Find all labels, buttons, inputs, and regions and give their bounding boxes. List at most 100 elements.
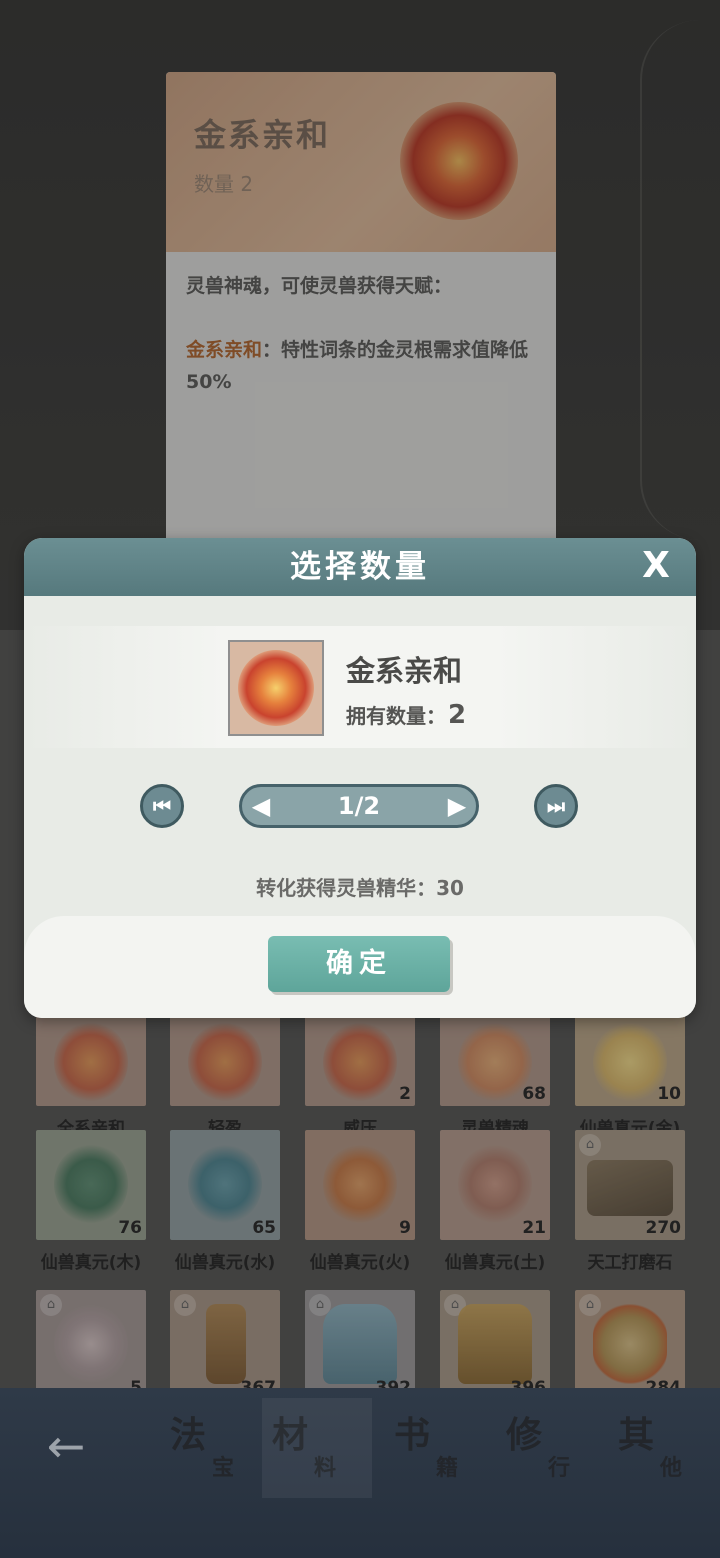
tab-books[interactable]: 书 籍 bbox=[384, 1398, 494, 1498]
tab-cultivation[interactable]: 修 行 bbox=[496, 1398, 606, 1498]
item-name: 仙兽真元(水) bbox=[174, 1253, 276, 1273]
inventory-item[interactable]: 68 灵兽精魂 bbox=[440, 1008, 550, 1139]
decrement-icon[interactable]: ◀ bbox=[242, 787, 280, 825]
dialog-header: 选择数量 X bbox=[24, 538, 696, 596]
gold-ore-icon bbox=[458, 1304, 532, 1384]
essence-water-icon bbox=[188, 1144, 262, 1224]
select-quantity-dialog: 选择数量 X 金系亲和 拥有数量：2 ⏮ ◀ 1/2 ▶ ⏭ 转化获得灵兽精华：… bbox=[24, 538, 696, 1018]
background-decoration bbox=[640, 20, 720, 540]
item-name: 仙兽真元(火) bbox=[309, 1253, 411, 1273]
item-image bbox=[170, 1008, 280, 1106]
orb-icon bbox=[54, 1022, 128, 1102]
essence-wood-icon bbox=[54, 1144, 128, 1224]
confirm-button[interactable]: 确定 bbox=[268, 936, 450, 992]
item-image: 68 bbox=[440, 1008, 550, 1106]
wood-log-icon bbox=[206, 1304, 246, 1384]
item-qty: 68 bbox=[522, 1084, 546, 1104]
inventory-item[interactable]: 21 仙兽真元(土) bbox=[440, 1130, 550, 1273]
tab-label-main: 修 bbox=[506, 1415, 543, 1456]
orb-icon bbox=[323, 1022, 397, 1102]
item-qty: 2 bbox=[399, 1084, 411, 1104]
lock-icon: ⌂ bbox=[174, 1294, 196, 1316]
skip-back-icon: ⏮ bbox=[153, 794, 171, 818]
tab-label-sub: 宝 bbox=[212, 1456, 235, 1481]
essence-fire-icon bbox=[323, 1144, 397, 1224]
whetstone-icon bbox=[587, 1160, 673, 1216]
lock-icon: ⌂ bbox=[579, 1294, 601, 1316]
inventory-item[interactable]: 76 仙兽真元(木) bbox=[36, 1130, 146, 1273]
inventory-item[interactable]: 轻盈 bbox=[170, 1008, 280, 1139]
lock-icon: ⌂ bbox=[579, 1134, 601, 1156]
item-image: ⌂367 bbox=[170, 1290, 280, 1400]
inventory-item[interactable]: ⌂392 bbox=[305, 1290, 415, 1400]
inventory-item[interactable]: 9 仙兽真元(火) bbox=[305, 1130, 415, 1273]
item-detail-card: 金系亲和 数量 2 灵兽神魂，可使灵兽获得天赋： 金系亲和：特性词条的金灵根需求… bbox=[166, 72, 556, 542]
item-image: ⌂392 bbox=[305, 1290, 415, 1400]
increment-icon[interactable]: ▶ bbox=[438, 787, 476, 825]
item-image: ⌂ 270 bbox=[575, 1130, 685, 1240]
tab-label-sub: 料 bbox=[314, 1456, 337, 1481]
owned-label: 拥有数量： bbox=[346, 704, 446, 728]
max-quantity-button[interactable]: ⏭ bbox=[534, 784, 578, 828]
inventory-item[interactable]: ⌂5 bbox=[36, 1290, 146, 1400]
min-quantity-button[interactable]: ⏮ bbox=[140, 784, 184, 828]
selected-item-name: 金系亲和 bbox=[346, 654, 463, 688]
tab-label-main: 书 bbox=[394, 1415, 431, 1456]
inventory-item[interactable]: 2 威压 bbox=[305, 1008, 415, 1139]
tab-label-sub: 他 bbox=[660, 1456, 683, 1481]
item-qty: 21 bbox=[522, 1218, 546, 1238]
inventory-item[interactable]: ⌂284 bbox=[575, 1290, 685, 1400]
dialog-title: 选择数量 bbox=[290, 549, 430, 585]
item-image: 65 bbox=[170, 1130, 280, 1240]
bottom-navigation: ← 法 宝 材 料 书 籍 修 行 其 他 bbox=[0, 1388, 720, 1558]
detail-desc-text: 灵兽神魂，可使灵兽获得天赋： bbox=[186, 275, 453, 297]
tab-label-main: 其 bbox=[618, 1415, 655, 1456]
item-image: 10 bbox=[575, 1008, 685, 1106]
crystal-icon bbox=[323, 1304, 397, 1384]
detail-item-count: 数量 2 bbox=[194, 172, 254, 196]
tab-label-main: 材 bbox=[272, 1415, 309, 1456]
tab-label-sub: 籍 bbox=[436, 1456, 459, 1481]
item-image bbox=[36, 1008, 146, 1106]
tab-treasures[interactable]: 法 宝 bbox=[160, 1398, 270, 1498]
tab-other[interactable]: 其 他 bbox=[608, 1398, 718, 1498]
inventory-item[interactable]: 10 仙兽真元(金) bbox=[575, 1008, 685, 1139]
inventory-item[interactable]: ⌂396 bbox=[440, 1290, 550, 1400]
tab-materials[interactable]: 材 料 bbox=[262, 1398, 372, 1498]
item-qty: 76 bbox=[118, 1218, 142, 1238]
close-icon[interactable]: X bbox=[634, 544, 678, 588]
lock-icon: ⌂ bbox=[40, 1294, 62, 1316]
item-qty: 9 bbox=[399, 1218, 411, 1238]
item-image: 21 bbox=[440, 1130, 550, 1240]
essence-earth-icon bbox=[458, 1144, 532, 1224]
item-name: 仙兽真元(木) bbox=[40, 1253, 142, 1273]
conversion-result: 转化获得灵兽精华：30 bbox=[256, 876, 464, 900]
inventory-item[interactable]: 65 仙兽真元(水) bbox=[170, 1130, 280, 1273]
item-thumbnail bbox=[228, 640, 324, 736]
inventory-item[interactable]: ⌂367 bbox=[170, 1290, 280, 1400]
spirit-orb-icon bbox=[238, 650, 314, 726]
item-image: ⌂5 bbox=[36, 1290, 146, 1400]
inventory-item[interactable]: 全系亲和 bbox=[36, 1008, 146, 1139]
item-image: ⌂284 bbox=[575, 1290, 685, 1400]
trait-name: 金系亲和 bbox=[186, 339, 263, 361]
owned-value: 2 bbox=[448, 700, 467, 730]
item-qty: 65 bbox=[252, 1218, 276, 1238]
orb-icon bbox=[188, 1022, 262, 1102]
detail-description: 灵兽神魂，可使灵兽获得天赋： 金系亲和：特性词条的金灵根需求值降低 50% bbox=[166, 252, 556, 416]
owned-count: 拥有数量：2 bbox=[346, 700, 466, 730]
item-name: 天工打磨石 bbox=[587, 1253, 673, 1273]
item-image: 9 bbox=[305, 1130, 415, 1240]
spirit-orb-icon bbox=[400, 102, 518, 220]
item-qty: 10 bbox=[657, 1084, 681, 1104]
stone-icon bbox=[593, 1304, 667, 1384]
essence-gold-icon bbox=[593, 1022, 667, 1102]
item-image: 76 bbox=[36, 1130, 146, 1240]
item-qty: 270 bbox=[645, 1218, 682, 1238]
quantity-pager: ◀ 1/2 ▶ bbox=[239, 784, 479, 828]
tab-label-main: 法 bbox=[170, 1415, 207, 1456]
item-name: 仙兽真元(土) bbox=[444, 1253, 546, 1273]
item-image: ⌂396 bbox=[440, 1290, 550, 1400]
back-arrow-icon[interactable]: ← bbox=[38, 1418, 94, 1474]
inventory-item[interactable]: ⌂ 270 天工打磨石 bbox=[575, 1130, 685, 1273]
